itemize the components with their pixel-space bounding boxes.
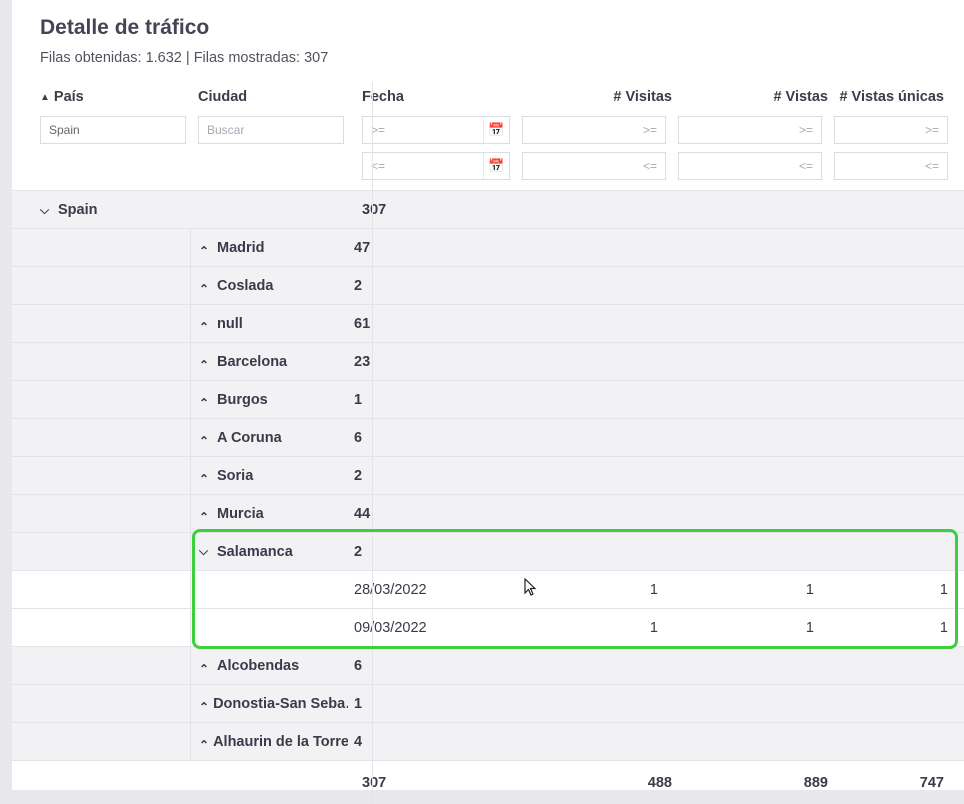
detail-row[interactable]: 09/03/2022111	[12, 608, 964, 646]
detail-unicas: 1	[820, 620, 954, 636]
chevron-down-icon	[199, 544, 213, 559]
city-name: A Coruna	[217, 430, 282, 446]
city-name: Burgos	[217, 392, 268, 408]
city-row[interactable]: null61	[12, 304, 964, 342]
city-row[interactable]: Coslada2	[12, 266, 964, 304]
city-row[interactable]: Madrid47	[12, 228, 964, 266]
filter-fecha-gte[interactable]: >= 📅	[362, 116, 510, 144]
detail-unicas: 1	[820, 582, 954, 598]
city-row[interactable]: Murcia44	[12, 494, 964, 532]
filter-visitas-gte[interactable]	[522, 116, 666, 144]
chevron-up-icon	[199, 279, 213, 293]
city-name: Salamanca	[217, 544, 293, 560]
chevron-up-icon	[199, 507, 213, 521]
city-row[interactable]: Donostia-San Seba…1	[12, 684, 964, 722]
table-header-row: ▲País Ciudad Fecha # Visitas # Vistas # …	[12, 82, 964, 112]
traffic-detail-panel: Detalle de tráfico Filas obtenidas: 1.63…	[12, 0, 964, 790]
filter-row-lte: <= 📅	[12, 148, 964, 190]
city-name: Coslada	[217, 278, 273, 294]
chevron-up-icon	[199, 469, 213, 483]
filter-pais-input[interactable]	[40, 116, 186, 144]
vertical-separator	[372, 82, 373, 804]
footer-unicas: 747	[828, 775, 954, 791]
filter-row-gte: >= 📅	[12, 112, 964, 148]
filter-unicas-lte[interactable]	[834, 152, 948, 180]
filter-vistas-lte[interactable]	[678, 152, 822, 180]
table-footer-row: 307 488 889 747	[12, 760, 964, 804]
city-name: Murcia	[217, 506, 264, 522]
city-name: Soria	[217, 468, 253, 484]
header-vistas-unicas[interactable]: # Vistas únicas	[828, 89, 954, 105]
detail-visitas: 1	[508, 582, 664, 598]
detail-row[interactable]: 28/03/2022111	[12, 570, 964, 608]
filter-vistas-gte[interactable]	[678, 116, 822, 144]
chevron-up-icon	[199, 317, 213, 331]
rows-summary: Filas obtenidas: 1.632 | Filas mostradas…	[12, 50, 964, 82]
detail-vistas: 1	[664, 620, 820, 636]
filter-unicas-gte[interactable]	[834, 116, 948, 144]
city-name: Madrid	[217, 240, 265, 256]
city-name: Alhaurin de la Torre	[213, 734, 348, 750]
detail-visitas: 1	[508, 620, 664, 636]
chevron-up-icon	[199, 735, 209, 749]
header-visitas[interactable]: # Visitas	[516, 89, 672, 105]
header-pais[interactable]: ▲País	[40, 89, 198, 105]
city-name: null	[217, 316, 243, 332]
city-row[interactable]: Alcobendas6	[12, 646, 964, 684]
table: ▲País Ciudad Fecha # Visitas # Vistas # …	[12, 82, 964, 804]
chevron-up-icon	[199, 355, 213, 369]
city-row[interactable]: Alhaurin de la Torre4	[12, 722, 964, 760]
filter-fecha-lte[interactable]: <= 📅	[362, 152, 510, 180]
chevron-up-icon	[199, 697, 209, 711]
chevron-up-icon	[199, 393, 213, 407]
header-ciudad[interactable]: Ciudad	[198, 89, 356, 105]
chevron-up-icon	[199, 431, 213, 445]
header-fecha[interactable]: Fecha	[356, 89, 516, 105]
city-name: Barcelona	[217, 354, 287, 370]
footer-visitas: 488	[516, 775, 672, 791]
filter-visitas-lte[interactable]	[522, 152, 666, 180]
filter-ciudad-input[interactable]	[198, 116, 344, 144]
chevron-up-icon	[199, 241, 213, 255]
detail-vistas: 1	[664, 582, 820, 598]
calendar-icon[interactable]: 📅	[483, 117, 509, 143]
group-row-spain[interactable]: Spain 307	[12, 190, 964, 228]
city-row[interactable]: Salamanca2	[12, 532, 964, 570]
header-vistas[interactable]: # Vistas	[672, 89, 828, 105]
footer-fecha: 307	[356, 775, 516, 791]
city-row[interactable]: Barcelona23	[12, 342, 964, 380]
footer-vistas: 889	[672, 775, 828, 791]
city-row[interactable]: A Coruna6	[12, 418, 964, 456]
city-row[interactable]: Soria2	[12, 456, 964, 494]
city-row[interactable]: Burgos1	[12, 380, 964, 418]
sort-asc-icon: ▲	[40, 92, 50, 103]
city-name: Donostia-San Seba…	[213, 696, 348, 712]
city-name: Alcobendas	[217, 658, 299, 674]
chevron-down-icon	[40, 203, 54, 218]
chevron-up-icon	[199, 659, 213, 673]
calendar-icon[interactable]: 📅	[483, 153, 509, 179]
page-title: Detalle de tráfico	[12, 16, 964, 50]
